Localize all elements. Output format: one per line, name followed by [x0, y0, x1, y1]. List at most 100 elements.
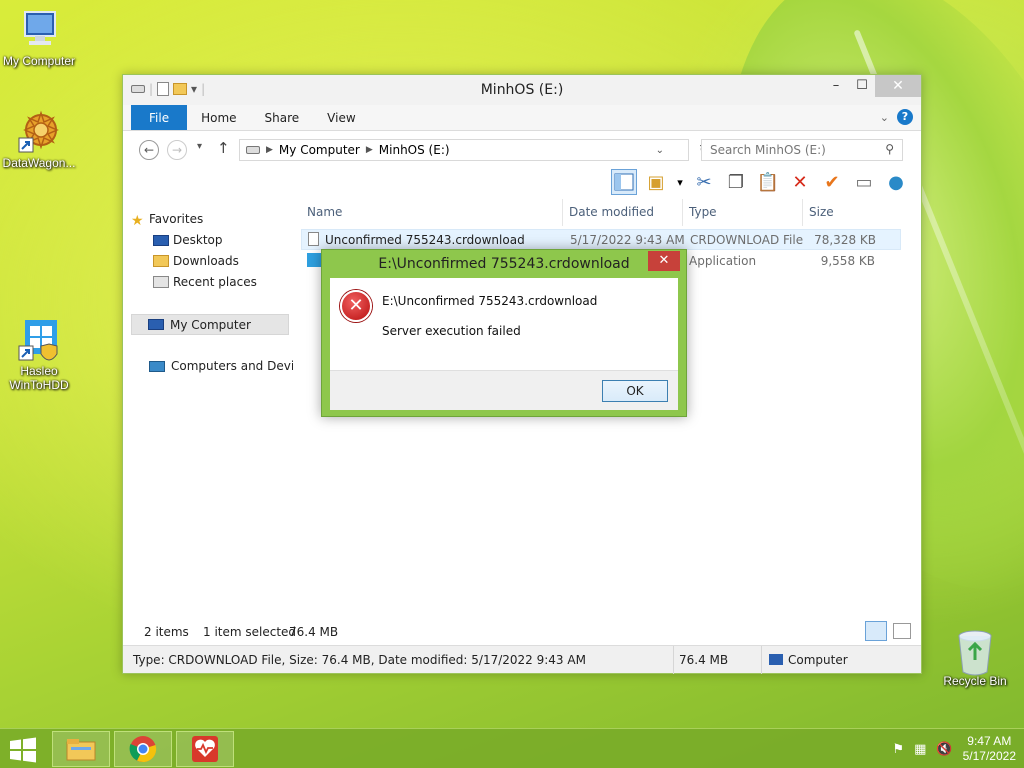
large-icons-view-icon[interactable] [893, 623, 911, 639]
copy-icon[interactable]: ❐ [723, 169, 749, 195]
hasleo-icon [17, 318, 61, 362]
tab-share[interactable]: Share [251, 105, 314, 130]
nav-label: Downloads [173, 254, 239, 268]
navigation-pane: ★ Favorites Desktop Downloads Recent pla… [123, 199, 293, 619]
desktop-icon-label: DataWagon... [2, 156, 76, 170]
dialog-path: E:\Unconfirmed 755243.crdownload [382, 294, 598, 308]
tab-view[interactable]: View [313, 105, 369, 130]
column-size[interactable]: Size [803, 199, 881, 226]
nav-network[interactable]: Computers and Devices [123, 356, 293, 377]
dialog-title-text: E:\Unconfirmed 755243.crdownload [378, 256, 630, 272]
breadcrumb-drive[interactable]: MinhOS (E:) [379, 143, 450, 157]
nav-recent-places[interactable]: Recent places [123, 272, 293, 293]
dialog-footer: OK [330, 370, 678, 410]
desktop-icon-hasleo[interactable]: Hasleo WinToHDD [0, 318, 81, 392]
desktop-icon-label: Hasleo WinToHDD [9, 364, 69, 392]
selected-size: 76.4 MB [289, 625, 339, 639]
clock[interactable]: 9:47 AM 5/17/2022 [963, 734, 1016, 764]
file-date: 5/17/2022 9:43 AM [570, 232, 684, 247]
properties-icon[interactable]: ▭ [851, 169, 877, 195]
nav-desktop[interactable]: Desktop [123, 230, 293, 251]
taskbar-file-explorer[interactable] [52, 731, 110, 767]
column-type[interactable]: Type [683, 199, 803, 226]
preview-pane-icon[interactable] [611, 169, 637, 195]
taskbar-chrome[interactable] [114, 731, 172, 767]
details-view-icon[interactable] [865, 621, 887, 641]
title-bar: | ▾ | MinhOS (E:) – ☐ ✕ [123, 75, 921, 105]
network-status-icon[interactable]: ▦ [914, 742, 926, 757]
column-date-modified[interactable]: Date modified [563, 199, 683, 226]
search-input[interactable]: Search MinhOS (E:) ⚲ [701, 139, 903, 161]
heart-monitor-icon [192, 736, 218, 762]
breadcrumb-my-computer[interactable]: My Computer [279, 143, 360, 157]
dialog-message: Server execution failed [382, 324, 521, 338]
view-dropdown-icon[interactable]: ▾ [675, 169, 685, 195]
desktop-icon-label: My Computer [2, 54, 76, 68]
file-size: 9,558 KB [820, 253, 875, 268]
desktop-icon-recycle-bin[interactable]: Recycle Bin [933, 628, 1017, 688]
nav-favorites[interactable]: ★ Favorites [123, 209, 293, 230]
file-name-cell: Unconfirmed 755243.crdownload [302, 232, 564, 247]
address-bar[interactable]: ▶ My Computer ▶ MinhOS (E:) ⌄ ↻ [239, 139, 710, 161]
cut-icon[interactable]: ✂ [691, 169, 717, 195]
address-dropdown-icon[interactable]: ⌄ [656, 145, 664, 156]
desktop-icon [153, 235, 169, 246]
nav-label: My Computer [170, 318, 251, 332]
volume-muted-icon[interactable]: 🔇 [936, 742, 952, 757]
tab-file[interactable]: File [131, 105, 188, 130]
taskbar-health-app[interactable] [176, 731, 234, 767]
paste-icon[interactable]: 📋 [755, 169, 781, 195]
navigation-bar: ← → ▾ ↑ ▶ My Computer ▶ MinhOS (E:) ⌄ ↻ … [123, 131, 921, 167]
dialog-close-button[interactable]: ✕ [648, 251, 680, 271]
breadcrumb-separator-icon: ▶ [365, 145, 373, 155]
desktop-icon-my-computer[interactable]: My Computer [0, 8, 81, 68]
close-button[interactable]: ✕ [875, 75, 921, 97]
ribbon-right: ⌄ ? [880, 109, 913, 125]
search-icon: ⚲ [885, 142, 894, 156]
recent-locations-icon[interactable]: ▾ [197, 141, 202, 152]
help-icon[interactable]: ? [897, 109, 913, 125]
back-button[interactable]: ← [139, 140, 159, 160]
window-controls: – ☐ ✕ [823, 75, 921, 97]
up-arrow-icon[interactable]: ↑ [217, 139, 230, 157]
details-size: 76.4 MB [679, 653, 729, 667]
details-bar: Type: CRDOWNLOAD File, Size: 76.4 MB, Da… [123, 645, 921, 674]
start-button[interactable] [8, 737, 40, 763]
details-divider [761, 646, 762, 674]
toolbar-icons: ▣ ▾ ✂ ❐ 📋 ✕ ✔ ▭ ● [611, 169, 909, 195]
application-icon [307, 253, 321, 267]
minimize-button[interactable]: – [823, 75, 849, 97]
computer-icon [17, 8, 61, 52]
details-divider [673, 646, 674, 674]
system-tray: ⚑ ▦ 🔇 9:47 AM 5/17/2022 [892, 733, 1016, 765]
forward-button[interactable]: → [167, 140, 187, 160]
details-location: Computer [788, 653, 848, 667]
tab-home[interactable]: Home [187, 105, 250, 130]
expand-ribbon-icon[interactable]: ⌄ [880, 111, 889, 124]
rename-icon[interactable]: ✔ [819, 169, 845, 195]
maximize-button[interactable]: ☐ [849, 75, 875, 97]
window-title: MinhOS (E:) [480, 82, 564, 98]
details-text: Type: CRDOWNLOAD File, Size: 76.4 MB, Da… [133, 653, 586, 667]
toolbar: ▣ ▾ ✂ ❐ 📋 ✕ ✔ ▭ ● [123, 167, 921, 199]
nav-downloads[interactable]: Downloads [123, 251, 293, 272]
taskbar: ⚑ ▦ 🔇 9:47 AM 5/17/2022 [0, 728, 1024, 768]
selected-count: 1 item selected [203, 625, 297, 639]
computer-icon [148, 319, 164, 330]
chrome-icon [129, 736, 157, 763]
network-icon[interactable]: ● [883, 169, 909, 195]
network-icon [149, 361, 165, 372]
action-center-flag-icon[interactable]: ⚑ [892, 742, 904, 757]
ok-button[interactable]: OK [602, 380, 668, 402]
star-icon: ★ [131, 213, 144, 229]
nav-my-computer[interactable]: My Computer [131, 314, 289, 335]
view-options-icon[interactable]: ▣ [643, 169, 669, 195]
delete-icon[interactable]: ✕ [787, 169, 813, 195]
file-row[interactable]: Unconfirmed 755243.crdownload 5/17/2022 … [301, 229, 901, 250]
file-icon [308, 232, 319, 246]
column-name[interactable]: Name [301, 199, 563, 226]
desktop-icon-datawagon[interactable]: DataWagon... [0, 110, 81, 170]
file-list-header: Name Date modified Type Size [301, 199, 901, 227]
